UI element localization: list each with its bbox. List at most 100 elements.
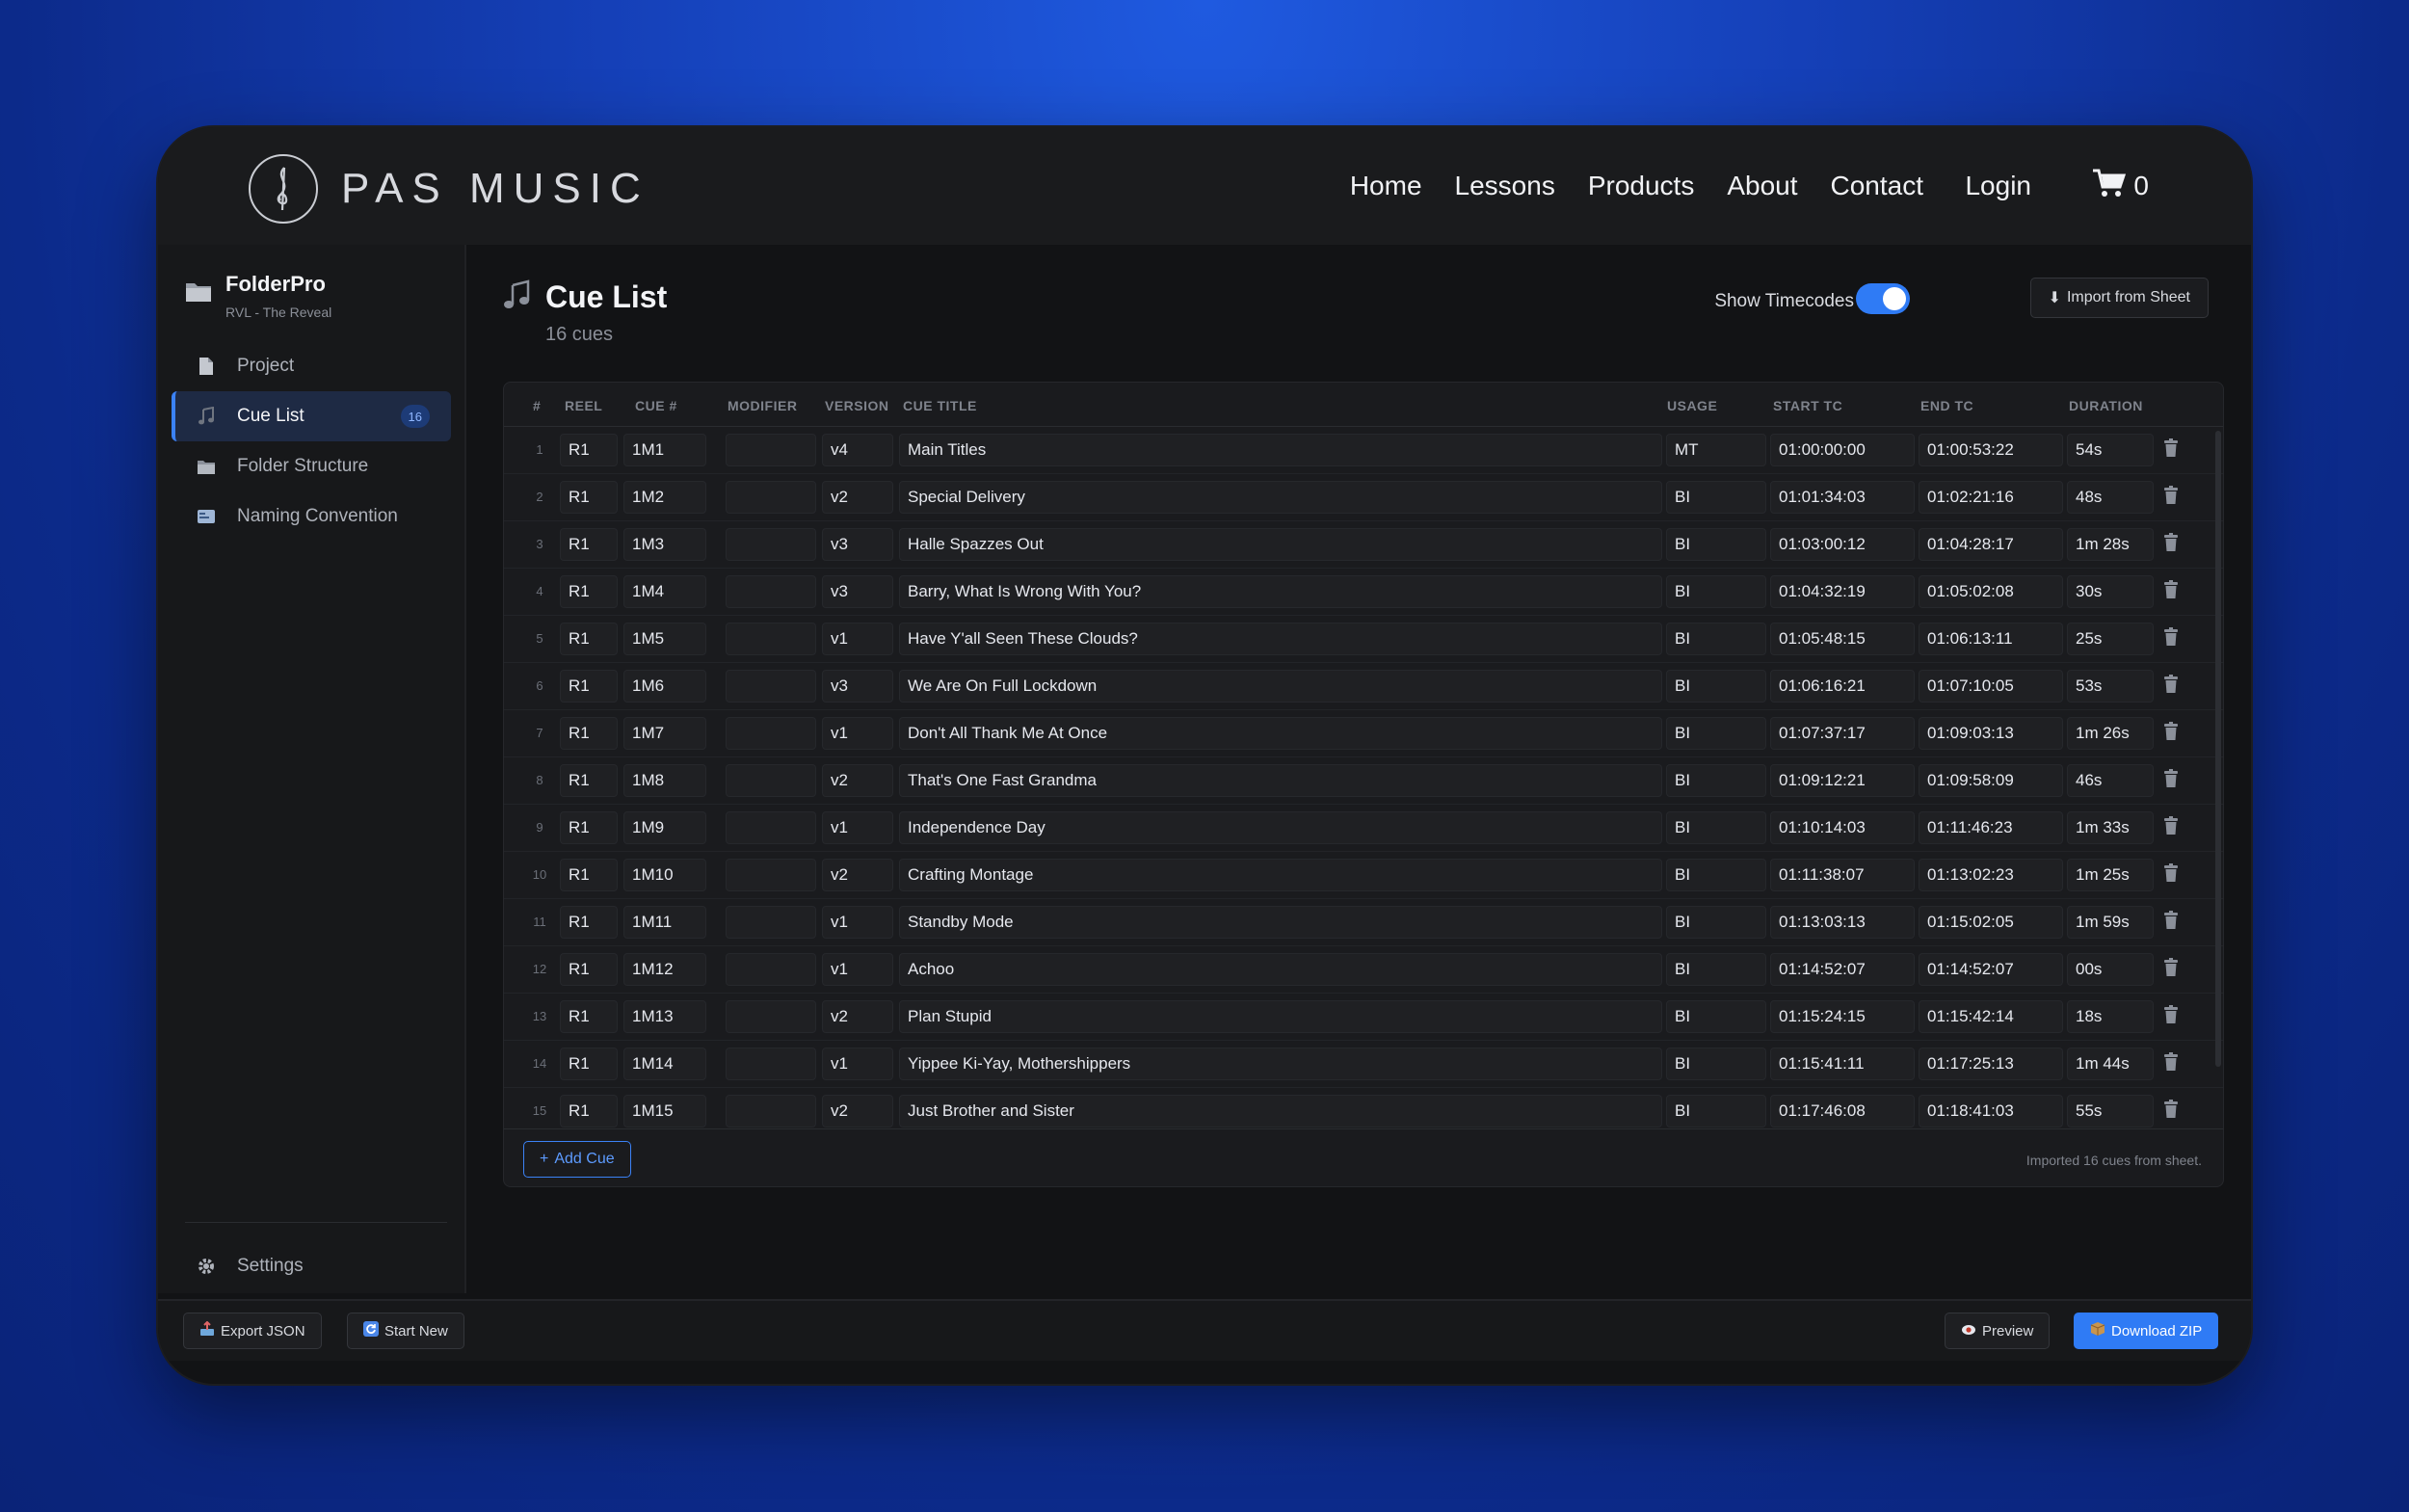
version-cell[interactable]: v2 — [822, 1000, 893, 1033]
cue-title-cell[interactable]: Crafting Montage — [899, 859, 1662, 891]
cue-number-cell[interactable]: 1M5 — [623, 623, 706, 655]
reel-cell[interactable]: R1 — [560, 1000, 618, 1033]
sidebar-item-folder-structure[interactable]: Folder Structure — [172, 441, 451, 491]
import-from-sheet-button[interactable]: ⬇ Import from Sheet — [2029, 278, 2209, 318]
usage-cell[interactable]: BI — [1666, 717, 1766, 750]
trash-icon[interactable] — [2163, 958, 2179, 977]
modifier-cell[interactable] — [726, 859, 816, 891]
usage-cell[interactable]: BI — [1666, 1000, 1766, 1033]
trash-icon[interactable] — [2163, 580, 2179, 599]
duration-cell[interactable]: 00s — [2067, 953, 2154, 986]
trash-icon[interactable] — [2163, 486, 2179, 505]
cue-title-cell[interactable]: Have Y'all Seen These Clouds? — [899, 623, 1662, 655]
end-tc-cell[interactable]: 01:06:13:11 — [1919, 623, 2063, 655]
usage-cell[interactable]: BI — [1666, 623, 1766, 655]
nav-lessons[interactable]: Lessons — [1455, 171, 1555, 201]
trash-icon[interactable] — [2163, 675, 2179, 694]
modifier-cell[interactable] — [726, 434, 816, 466]
start-tc-cell[interactable]: 01:01:34:03 — [1770, 481, 1915, 514]
cue-number-cell[interactable]: 1M15 — [623, 1095, 706, 1127]
end-tc-cell[interactable]: 01:09:58:09 — [1919, 764, 2063, 797]
duration-cell[interactable]: 1m 28s — [2067, 528, 2154, 561]
reel-cell[interactable]: R1 — [560, 670, 618, 703]
modifier-cell[interactable] — [726, 906, 816, 939]
start-tc-cell[interactable]: 01:11:38:07 — [1770, 859, 1915, 891]
start-new-button[interactable]: Start New — [347, 1313, 464, 1349]
download-zip-button[interactable]: Download ZIP — [2074, 1313, 2219, 1349]
usage-cell[interactable]: BI — [1666, 481, 1766, 514]
cue-title-cell[interactable]: Achoo — [899, 953, 1662, 986]
usage-cell[interactable]: MT — [1666, 434, 1766, 466]
modifier-cell[interactable] — [726, 953, 816, 986]
usage-cell[interactable]: BI — [1666, 859, 1766, 891]
end-tc-cell[interactable]: 01:15:42:14 — [1919, 1000, 2063, 1033]
start-tc-cell[interactable]: 01:09:12:21 — [1770, 764, 1915, 797]
preview-button[interactable]: Preview — [1945, 1313, 2051, 1349]
cue-number-cell[interactable]: 1M12 — [623, 953, 706, 986]
reel-cell[interactable]: R1 — [560, 1095, 618, 1127]
modifier-cell[interactable] — [726, 811, 816, 844]
duration-cell[interactable]: 55s — [2067, 1095, 2154, 1127]
cue-title-cell[interactable]: Main Titles — [899, 434, 1662, 466]
cue-number-cell[interactable]: 1M14 — [623, 1048, 706, 1080]
reel-cell[interactable]: R1 — [560, 859, 618, 891]
cue-number-cell[interactable]: 1M11 — [623, 906, 706, 939]
modifier-cell[interactable] — [726, 1048, 816, 1080]
end-tc-cell[interactable]: 01:02:21:16 — [1919, 481, 2063, 514]
trash-icon[interactable] — [2163, 722, 2179, 741]
start-tc-cell[interactable]: 01:15:24:15 — [1770, 1000, 1915, 1033]
end-tc-cell[interactable]: 01:15:02:05 — [1919, 906, 2063, 939]
cue-title-cell[interactable]: Barry, What Is Wrong With You? — [899, 575, 1662, 608]
reel-cell[interactable]: R1 — [560, 481, 618, 514]
cue-number-cell[interactable]: 1M4 — [623, 575, 706, 608]
reel-cell[interactable]: R1 — [560, 1048, 618, 1080]
start-tc-cell[interactable]: 01:04:32:19 — [1770, 575, 1915, 608]
modifier-cell[interactable] — [726, 1000, 816, 1033]
end-tc-cell[interactable]: 01:17:25:13 — [1919, 1048, 2063, 1080]
trash-icon[interactable] — [2163, 1100, 2179, 1119]
reel-cell[interactable]: R1 — [560, 953, 618, 986]
nav-home[interactable]: Home — [1350, 171, 1422, 201]
cue-number-cell[interactable]: 1M6 — [623, 670, 706, 703]
cue-number-cell[interactable]: 1M3 — [623, 528, 706, 561]
cue-number-cell[interactable]: 1M9 — [623, 811, 706, 844]
trash-icon[interactable] — [2163, 533, 2179, 552]
modifier-cell[interactable] — [726, 670, 816, 703]
cart-button[interactable]: 0 — [2091, 127, 2149, 245]
cue-title-cell[interactable]: Yippee Ki-Yay, Mothershippers — [899, 1048, 1662, 1080]
cue-number-cell[interactable]: 1M13 — [623, 1000, 706, 1033]
version-cell[interactable]: v2 — [822, 764, 893, 797]
modifier-cell[interactable] — [726, 623, 816, 655]
version-cell[interactable]: v1 — [822, 1048, 893, 1080]
usage-cell[interactable]: BI — [1666, 764, 1766, 797]
reel-cell[interactable]: R1 — [560, 623, 618, 655]
end-tc-cell[interactable]: 01:18:41:03 — [1919, 1095, 2063, 1127]
start-tc-cell[interactable]: 01:07:37:17 — [1770, 717, 1915, 750]
reel-cell[interactable]: R1 — [560, 575, 618, 608]
start-tc-cell[interactable]: 01:05:48:15 — [1770, 623, 1915, 655]
version-cell[interactable]: v3 — [822, 575, 893, 608]
sidebar-item-settings[interactable]: Settings — [172, 1241, 451, 1291]
duration-cell[interactable]: 1m 44s — [2067, 1048, 2154, 1080]
cue-title-cell[interactable]: Don't All Thank Me At Once — [899, 717, 1662, 750]
sidebar-item-cue-list[interactable]: Cue List 16 — [172, 391, 451, 441]
cue-number-cell[interactable]: 1M8 — [623, 764, 706, 797]
end-tc-cell[interactable]: 01:04:28:17 — [1919, 528, 2063, 561]
cue-number-cell[interactable]: 1M2 — [623, 481, 706, 514]
export-json-button[interactable]: Export JSON — [183, 1313, 322, 1349]
nav-products[interactable]: Products — [1588, 171, 1695, 201]
version-cell[interactable]: v2 — [822, 1095, 893, 1127]
table-scrollbar[interactable] — [2215, 431, 2221, 1067]
cue-number-cell[interactable]: 1M1 — [623, 434, 706, 466]
cue-title-cell[interactable]: That's One Fast Grandma — [899, 764, 1662, 797]
start-tc-cell[interactable]: 01:14:52:07 — [1770, 953, 1915, 986]
cue-title-cell[interactable]: We Are On Full Lockdown — [899, 670, 1662, 703]
start-tc-cell[interactable]: 01:13:03:13 — [1770, 906, 1915, 939]
start-tc-cell[interactable]: 01:15:41:11 — [1770, 1048, 1915, 1080]
start-tc-cell[interactable]: 01:10:14:03 — [1770, 811, 1915, 844]
end-tc-cell[interactable]: 01:14:52:07 — [1919, 953, 2063, 986]
duration-cell[interactable]: 1m 25s — [2067, 859, 2154, 891]
sidebar-item-project[interactable]: Project — [172, 341, 451, 391]
trash-icon[interactable] — [2163, 1052, 2179, 1072]
duration-cell[interactable]: 30s — [2067, 575, 2154, 608]
